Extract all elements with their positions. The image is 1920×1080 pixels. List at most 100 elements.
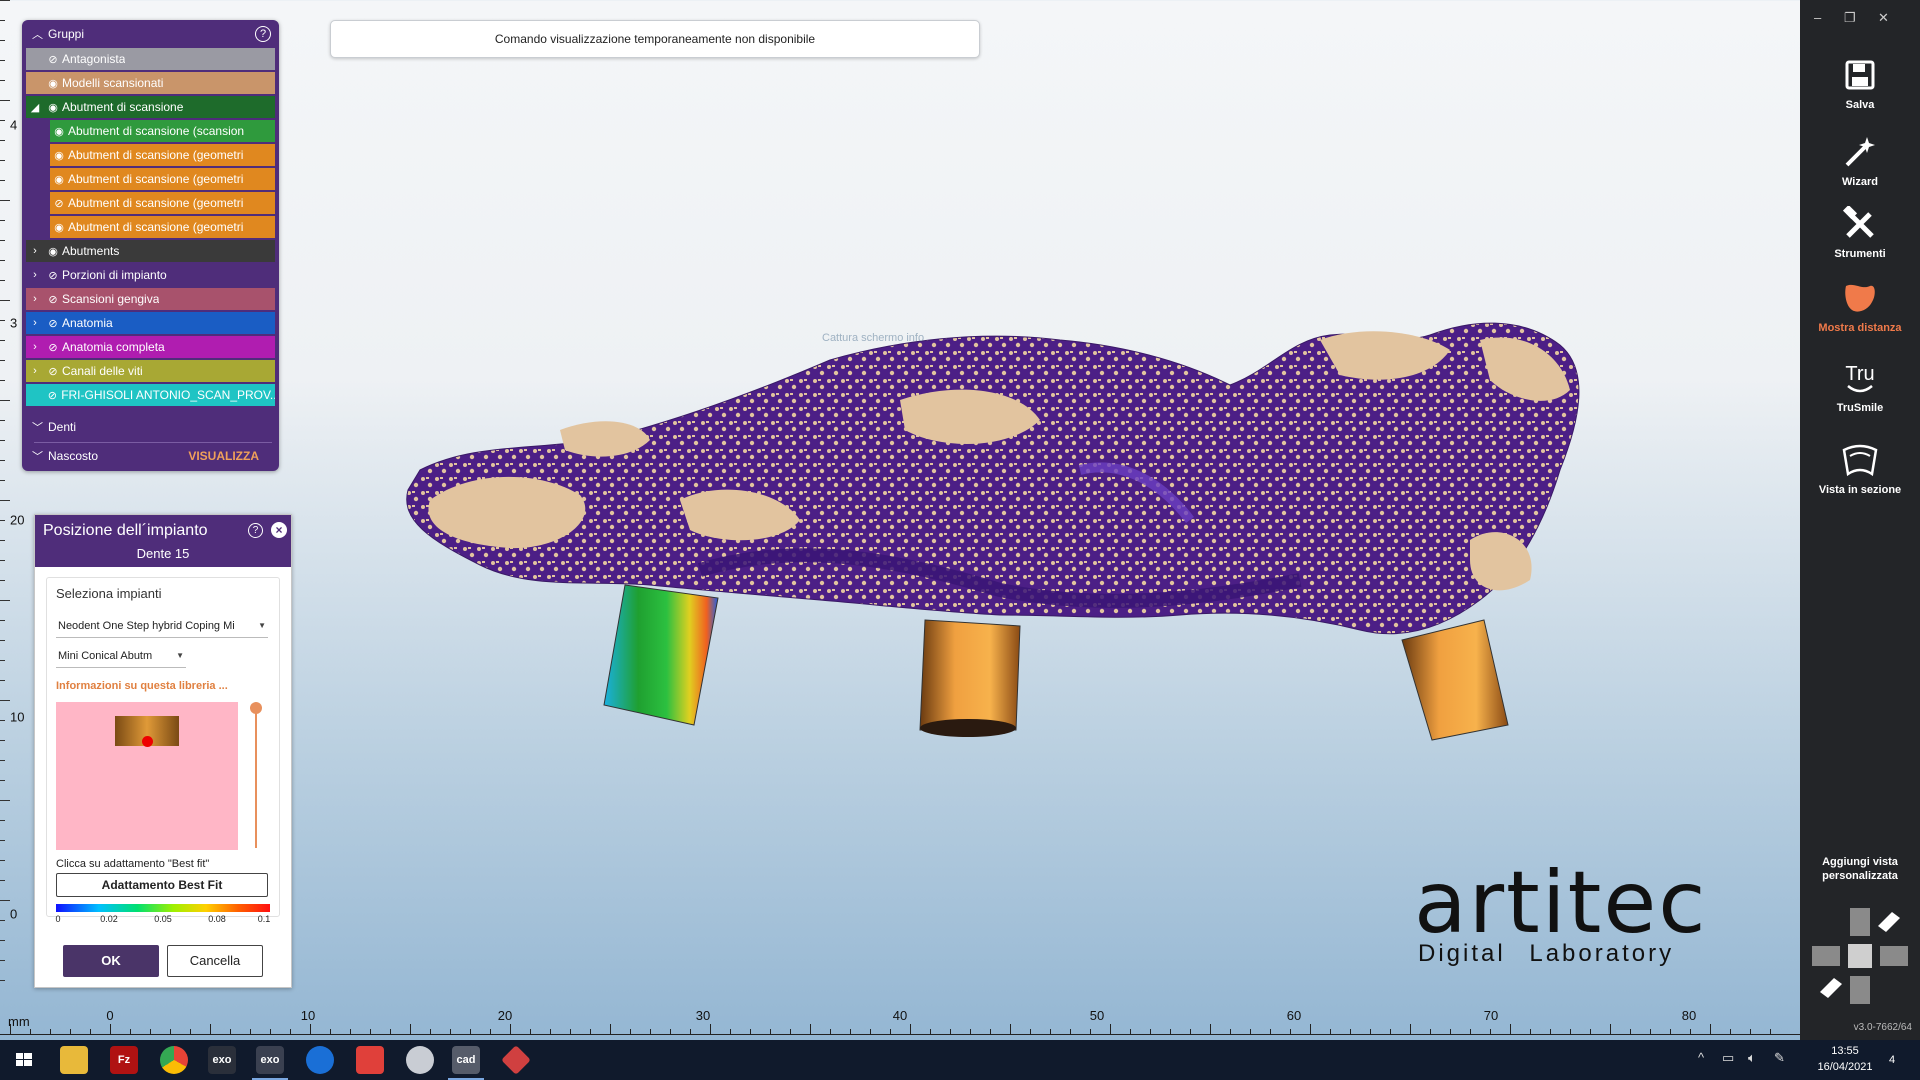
- teamviewer-icon[interactable]: [306, 1046, 334, 1074]
- exo-icon[interactable]: exo: [256, 1046, 284, 1074]
- system-clock[interactable]: 13:55 16/04/2021: [1810, 1043, 1880, 1075]
- section-label: Nascosto: [48, 449, 99, 463]
- dialog-title-bar[interactable]: Posizione dell´impianto ? × Dente 15: [35, 515, 291, 567]
- clock-time: 13:55: [1831, 1045, 1859, 1057]
- chrome-icon[interactable]: [160, 1046, 188, 1074]
- eye-hidden-icon[interactable]: ⊘: [44, 317, 62, 330]
- restore-icon[interactable]: ❐: [1844, 10, 1856, 26]
- eye-icon[interactable]: ◉: [50, 173, 68, 186]
- group-label: Modelli scansionati: [62, 76, 164, 90]
- group-row[interactable]: ◉ Abutment di scansione (geometri: [50, 216, 275, 238]
- pen-icon[interactable]: ✎: [1774, 1050, 1785, 1066]
- anydesk-icon[interactable]: [356, 1046, 384, 1074]
- chevron-right-icon[interactable]: ›: [26, 341, 44, 353]
- group-row[interactable]: ◉ Abutment di scansione (geometri: [50, 168, 275, 190]
- ruler-tick: [1170, 1029, 1171, 1034]
- ruler-tick: [1210, 1024, 1211, 1034]
- wizard-button[interactable]: Wizard: [1800, 132, 1920, 188]
- tool-label: Wizard: [1842, 176, 1878, 188]
- library-info-link[interactable]: Informazioni su questa libreria ...: [56, 680, 228, 692]
- add-custom-view-label[interactable]: Aggiungi vista personalizzata: [1800, 855, 1920, 883]
- ruler-tick: [1230, 1029, 1231, 1034]
- view-navigator-icon[interactable]: [1812, 908, 1908, 1004]
- network-icon[interactable]: ▭: [1722, 1050, 1734, 1066]
- ruler-tick: [0, 860, 5, 861]
- volume-icon[interactable]: 🔈︎: [1748, 1050, 1756, 1066]
- chevron-right-icon[interactable]: ›: [26, 269, 44, 281]
- ok-button[interactable]: OK: [63, 945, 159, 977]
- ruler-tick: [0, 920, 5, 921]
- group-row[interactable]: › ◉ Abutments: [26, 240, 275, 262]
- notification-icon[interactable]: 4: [1880, 1048, 1904, 1072]
- eye-hidden-icon[interactable]: ⊘: [44, 269, 62, 282]
- ruler-tick: [0, 120, 5, 121]
- scan-icon[interactable]: [406, 1046, 434, 1074]
- exo-icon[interactable]: exo: [208, 1046, 236, 1074]
- group-row[interactable]: › ⊘ Scansioni gengiva: [26, 288, 275, 310]
- close-icon[interactable]: ×: [271, 522, 287, 538]
- file-explorer-icon[interactable]: [60, 1046, 88, 1074]
- section-view-button[interactable]: Vista in sezione: [1800, 440, 1920, 496]
- chevron-right-icon[interactable]: ›: [26, 245, 44, 257]
- trusmile-icon: Tru: [1800, 358, 1920, 398]
- ruler-tick: [10, 1024, 11, 1034]
- ruler-tick: [130, 1029, 131, 1034]
- trusmile-button[interactable]: Tru TruSmile: [1800, 358, 1920, 414]
- eye-icon[interactable]: ◉: [44, 77, 62, 90]
- eye-icon[interactable]: ◉: [44, 101, 62, 114]
- ruler-tick: [530, 1029, 531, 1034]
- visualize-link[interactable]: VISUALIZZA: [188, 449, 259, 463]
- windows-icon[interactable]: [10, 1046, 38, 1074]
- help-icon[interactable]: ?: [248, 523, 263, 538]
- slider-track[interactable]: [255, 708, 257, 848]
- eye-hidden-icon[interactable]: ⊘: [50, 197, 68, 210]
- save-button[interactable]: Salva: [1800, 55, 1920, 111]
- chevron-right-icon[interactable]: ›: [26, 293, 44, 305]
- tools-button[interactable]: Strumenti: [1800, 204, 1920, 260]
- group-row[interactable]: ◉ Abutment di scansione (scansion: [50, 120, 275, 142]
- filezilla-icon[interactable]: Fz: [110, 1046, 138, 1074]
- eye-hidden-icon[interactable]: ⊘: [44, 365, 62, 378]
- groups-header[interactable]: ︿ Gruppi ?: [22, 20, 279, 48]
- slider-handle[interactable]: [250, 702, 262, 714]
- group-row[interactable]: › ⊘ Anatomia completa: [26, 336, 275, 358]
- ruler-tick: [570, 1029, 571, 1034]
- group-row[interactable]: ◉ Modelli scansionati: [26, 72, 275, 94]
- group-row[interactable]: ⊘ FRI-GHISOLI ANTONIO_SCAN_PROV...: [26, 384, 275, 406]
- group-row[interactable]: ⊘ Antagonista: [26, 48, 275, 70]
- cad-icon[interactable]: cad: [452, 1046, 480, 1074]
- abutment-dropdown[interactable]: Mini Conical Abutm ▼: [56, 646, 186, 668]
- eye-hidden-icon[interactable]: ⊘: [44, 53, 62, 66]
- collapse-arrow-icon[interactable]: ◢: [26, 101, 44, 114]
- ruler-tick: [410, 1024, 411, 1034]
- section-nascosto[interactable]: ﹀ Nascosto VISUALIZZA: [32, 445, 269, 467]
- chevron-right-icon[interactable]: ›: [26, 317, 44, 329]
- eye-hidden-icon[interactable]: ⊘: [44, 389, 62, 402]
- group-row[interactable]: ⊘ Abutment di scansione (geometri: [50, 192, 275, 214]
- eye-icon[interactable]: ◉: [50, 125, 68, 138]
- group-row[interactable]: › ⊘ Canali delle viti: [26, 360, 275, 382]
- eye-icon[interactable]: ◉: [50, 149, 68, 162]
- group-row[interactable]: ◢ ◉ Abutment di scansione: [26, 96, 275, 118]
- eye-icon[interactable]: ◉: [44, 245, 62, 258]
- minimize-icon[interactable]: –: [1814, 10, 1821, 25]
- chevron-up-icon[interactable]: ^: [1698, 1050, 1704, 1065]
- chevron-right-icon[interactable]: ›: [26, 365, 44, 377]
- eye-hidden-icon[interactable]: ⊘: [44, 341, 62, 354]
- help-icon[interactable]: ?: [255, 26, 271, 42]
- scale-label: 0.1: [257, 914, 271, 924]
- group-row[interactable]: › ⊘ Anatomia: [26, 312, 275, 334]
- 3d-icon[interactable]: [501, 1045, 531, 1075]
- show-distance-button[interactable]: Mostra distanza: [1800, 278, 1920, 334]
- group-row[interactable]: ◉ Abutment di scansione (geometri: [50, 144, 275, 166]
- eye-hidden-icon[interactable]: ⊘: [44, 293, 62, 306]
- implant-dropdown[interactable]: Neodent One Step hybrid Coping Mi ▼: [56, 616, 268, 638]
- cancel-button[interactable]: Cancella: [167, 945, 263, 977]
- close-window-icon[interactable]: ✕: [1878, 10, 1889, 26]
- ruler-tick: [0, 780, 5, 781]
- tool-label: TruSmile: [1836, 402, 1884, 414]
- section-denti[interactable]: ﹀ Denti: [32, 416, 269, 438]
- bestfit-button[interactable]: Adattamento Best Fit: [56, 873, 268, 897]
- group-row[interactable]: › ⊘ Porzioni di impianto: [26, 264, 275, 286]
- eye-icon[interactable]: ◉: [50, 221, 68, 234]
